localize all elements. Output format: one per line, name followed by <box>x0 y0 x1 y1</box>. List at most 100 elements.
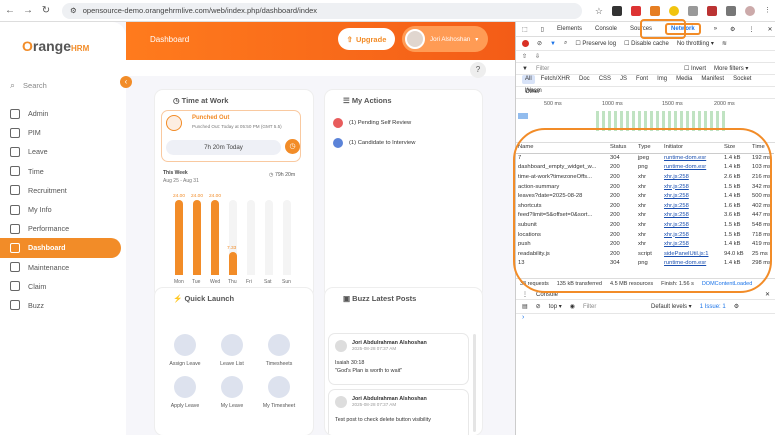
sidebar-item-dashboard[interactable]: Dashboard <box>0 238 121 258</box>
dashboard-icon <box>10 242 20 253</box>
type-filter-socket[interactable]: Socket <box>730 75 754 84</box>
tab-elements[interactable]: Elements <box>557 26 582 32</box>
sidebar-item-pim[interactable]: PIM <box>0 123 126 142</box>
preserve-log-checkbox[interactable]: ☐ Preserve log <box>575 40 616 47</box>
sidebar-item-my-info[interactable]: My Info <box>0 200 126 219</box>
throttle-select[interactable]: No throttling ▾ <box>677 40 714 47</box>
forward-icon[interactable]: → <box>22 5 34 17</box>
disable-cache-checkbox[interactable]: ☐ Disable cache <box>624 40 669 47</box>
type-filter-img[interactable]: Img <box>654 75 670 84</box>
more-filters-dropdown[interactable]: More filters ▾ <box>714 65 748 72</box>
sidebar-icon[interactable]: ▤ <box>522 303 528 310</box>
bookmark-star-icon[interactable]: ☆ <box>595 6 603 16</box>
close-icon[interactable]: ✕ <box>767 26 772 33</box>
console-filter-input[interactable]: Filter <box>583 304 643 310</box>
collapse-sidebar-button[interactable]: ‹ <box>120 76 132 88</box>
chart-bar-track <box>283 200 291 275</box>
context-select[interactable]: top ▾ <box>549 303 562 310</box>
type-filter-other[interactable]: Other <box>522 88 543 97</box>
address-bar[interactable]: ⚙ opensource-demo.orangehrmlive.com/web/… <box>62 2 582 19</box>
quick-launch-my-leave[interactable]: My Leave <box>212 376 252 409</box>
import-icon[interactable]: ⇧ <box>522 53 527 60</box>
user-name: Jori Alshoshan <box>430 35 471 43</box>
extension-icon[interactable] <box>707 5 717 16</box>
sidebar-item-buzz[interactable]: Buzz <box>0 296 126 315</box>
more-tabs-icon[interactable]: » <box>714 26 717 32</box>
quick-launch-timesheets[interactable]: Timesheets <box>259 334 299 367</box>
menu-icon[interactable]: ⋮ <box>522 291 528 298</box>
extension-icon[interactable] <box>688 5 698 16</box>
eye-icon[interactable]: ◉ <box>570 303 575 310</box>
sidebar-item-performance[interactable]: Performance <box>0 219 126 238</box>
orangehrm-logo[interactable]: OrangeHRM <box>22 38 89 54</box>
quick-launch-assign-leave[interactable]: Assign Leave <box>165 334 205 367</box>
buzz-post[interactable]: Jori Abdulrahman Alshoshan 2025-08-28 07… <box>329 390 468 435</box>
help-button[interactable]: ? <box>470 62 486 78</box>
punch-in-button[interactable]: ◷ <box>285 139 300 154</box>
type-filter-font[interactable]: Font <box>633 75 651 84</box>
export-icon[interactable]: ⇩ <box>535 53 540 60</box>
sidebar-item-admin[interactable]: Admin <box>0 104 126 123</box>
extension-icon[interactable] <box>612 5 622 16</box>
gear-icon[interactable]: ⚙ <box>734 303 739 310</box>
chart-day-label: Thu <box>228 279 237 285</box>
sidebar-item-leave[interactable]: Leave <box>0 142 126 161</box>
chart-day-label: Sat <box>264 279 272 285</box>
card-title: Buzz Latest Posts <box>352 294 417 303</box>
sidebar-item-time[interactable]: Time <box>0 162 126 181</box>
site-info-icon[interactable]: ⚙ <box>70 6 77 15</box>
menu-icon[interactable]: ⋮ <box>748 26 754 33</box>
search-icon[interactable]: ⌕ <box>564 40 567 47</box>
record-icon[interactable] <box>522 40 529 47</box>
device-icon[interactable]: ▯ <box>541 26 544 33</box>
sidebar-search[interactable]: ⌕ Search <box>10 80 110 91</box>
back-icon[interactable]: ← <box>4 5 16 17</box>
action-item[interactable]: (1) Candidate to Interview <box>333 138 415 148</box>
tab-console[interactable]: Console <box>595 26 617 32</box>
week-total: ◷ 79h 20m <box>269 172 296 178</box>
upgrade-button[interactable]: ⇧ Upgrade <box>338 28 395 50</box>
sidebar-item-maintenance[interactable]: Maintenance <box>0 258 126 277</box>
inspect-icon[interactable]: ⬚ <box>522 26 528 33</box>
type-filter-css[interactable]: CSS <box>596 75 614 84</box>
clear-icon[interactable]: ⊘ <box>536 303 541 310</box>
invert-checkbox[interactable]: ☐ Invert <box>684 65 706 72</box>
issues-badge[interactable]: 1 Issue: 1 <box>700 304 726 310</box>
close-icon[interactable]: ✕ <box>765 291 770 298</box>
sidebar-item-recruitment[interactable]: Recruitment <box>0 181 126 200</box>
clear-icon[interactable]: ⊘ <box>537 40 542 47</box>
buzz-post[interactable]: Jori Abdulrahman Alshoshan 2025-08-28 07… <box>329 334 468 384</box>
extension-icon[interactable] <box>631 5 641 16</box>
quick-launch-leave-list[interactable]: Leave List <box>212 334 252 367</box>
puzzle-icon[interactable] <box>726 5 736 16</box>
profile-icon[interactable] <box>745 5 755 16</box>
quick-launch-card: ⚡ Quick Launch Assign Leave Leave List Tim… <box>155 288 313 435</box>
levels-select[interactable]: Default levels ▾ <box>651 303 692 310</box>
console-prompt[interactable]: › <box>516 314 775 321</box>
scrollbar[interactable] <box>473 334 476 432</box>
quick-launch-apply-leave[interactable]: Apply Leave <box>165 376 205 409</box>
reload-icon[interactable]: ↻ <box>40 5 52 17</box>
user-dropdown[interactable]: Jori Alshoshan ▾ <box>402 26 488 52</box>
gear-icon[interactable]: ⚙ <box>730 26 735 33</box>
action-item[interactable]: (1) Pending Self Review <box>333 118 411 128</box>
extension-icon[interactable] <box>669 5 679 16</box>
filter-icon[interactable]: ▼ <box>550 41 556 47</box>
type-filter-doc[interactable]: Doc <box>576 75 593 84</box>
type-filter-all[interactable]: All <box>522 75 535 84</box>
quick-launch-my-timesheet[interactable]: My Timesheet <box>259 376 299 409</box>
type-filter-media[interactable]: Media <box>673 75 695 84</box>
type-filter-js[interactable]: JS <box>617 75 630 84</box>
network-toolbar: ⊘ ▼ ⌕ ☐ Preserve log ☐ Disable cache No … <box>516 37 775 51</box>
filter-input[interactable]: Filter <box>536 66 676 72</box>
wifi-icon[interactable]: ≋ <box>722 40 727 47</box>
chart-bar-label: 24.00 <box>191 194 204 199</box>
menu-icon[interactable]: ⋮ <box>764 6 771 16</box>
type-filter-fetch-xhr[interactable]: Fetch/XHR <box>538 75 573 84</box>
sidebar-item-claim[interactable]: Claim <box>0 277 126 296</box>
sub-header <box>126 60 515 76</box>
chevron-down-icon: ▾ <box>475 35 479 43</box>
type-filter-manifest[interactable]: Manifest <box>698 75 727 84</box>
extension-icon[interactable] <box>650 5 660 16</box>
search-input[interactable]: Search <box>23 81 47 90</box>
